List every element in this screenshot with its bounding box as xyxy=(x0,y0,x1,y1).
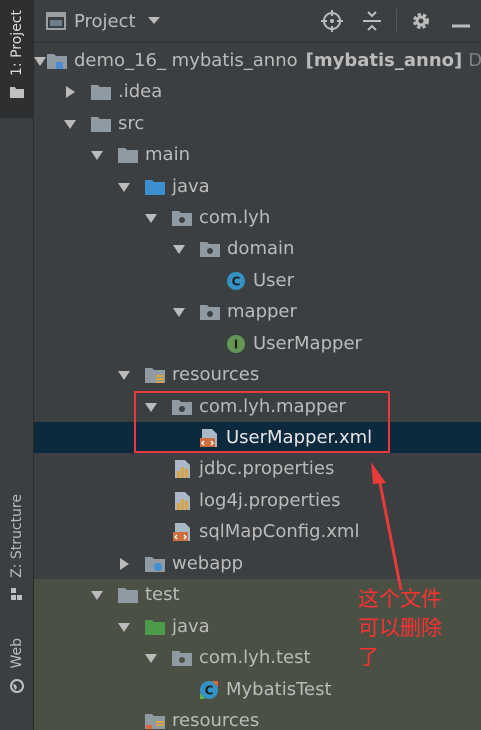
annotation-note: 这个文件 可以删除 了 xyxy=(358,585,468,672)
annotation-line-1: 这个文件 xyxy=(358,587,442,611)
annotation-line-3: 了 xyxy=(358,645,379,669)
annotation-line-2: 可以删除 xyxy=(358,616,442,640)
